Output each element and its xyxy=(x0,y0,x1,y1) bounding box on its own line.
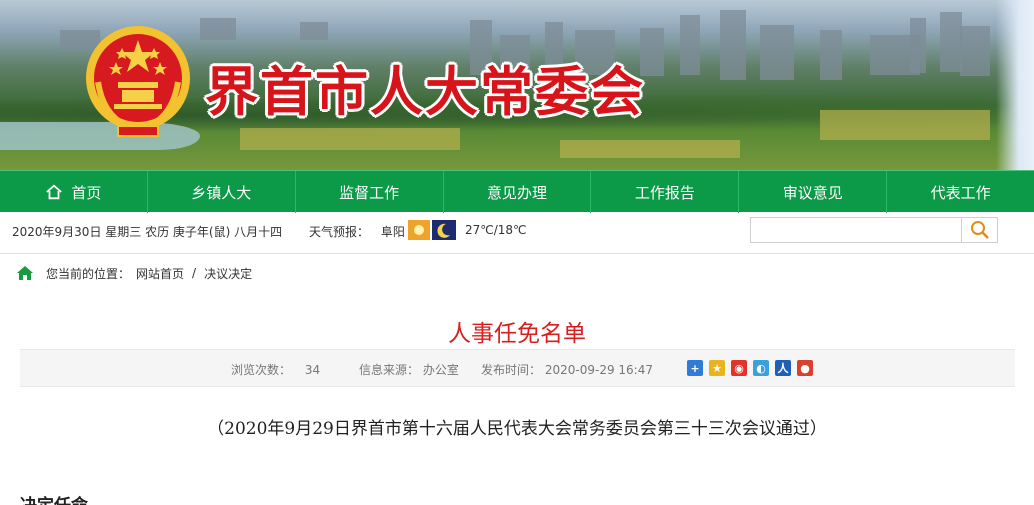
source-value: 办公室 xyxy=(422,363,459,377)
kaixin-icon[interactable]: ● xyxy=(797,360,813,376)
article-meta: 浏览次数： 34 信息来源： 办公室 发布时间： 2020-09-29 16:4… xyxy=(20,349,1015,387)
home-icon xyxy=(46,184,63,200)
nav-item-supervision[interactable]: 监督工作 xyxy=(296,171,444,213)
weather-label: 天气预报： xyxy=(309,225,370,239)
renren-icon[interactable]: 人 xyxy=(775,360,791,376)
current-date: 2020年9月30日 星期三 农历 庚子年(鼠) 八月十四 xyxy=(12,225,283,239)
breadcrumb-prefix: 您当前的位置： xyxy=(46,266,131,281)
breadcrumb-link-resolutions[interactable]: 决议决定 xyxy=(204,265,252,282)
moon-icon xyxy=(432,220,456,240)
breadcrumb: 您当前的位置： 网站首页 / 决议决定 xyxy=(16,264,252,282)
published-value: 2020-09-29 16:47 xyxy=(544,363,653,377)
share-plus-icon[interactable]: + xyxy=(687,360,703,376)
share-bar: + ★ ◉ ◐ 人 ● xyxy=(687,360,819,376)
publish-time: 发布时间： 2020-09-29 16:47 xyxy=(481,361,653,378)
home-icon xyxy=(17,266,33,280)
views-count: 浏览次数： 34 xyxy=(231,361,320,378)
article-subtitle: （2020年9月29日界首市第十六届人民代表大会常务委员会第三十三次会议通过） xyxy=(207,419,827,439)
weibo-icon[interactable]: ◉ xyxy=(731,360,747,376)
nav-item-deputies[interactable]: 代表工作 xyxy=(887,171,1034,213)
weather-icons xyxy=(408,220,456,240)
nav-item-township[interactable]: 乡镇人大 xyxy=(148,171,296,213)
site-title: 界首市人大常委会 xyxy=(205,61,645,123)
article-title: 人事任免名单 xyxy=(448,321,586,347)
section-heading: 决定任命 xyxy=(20,491,88,505)
weather-forecast: 天气预报： 阜阳 xyxy=(309,223,405,240)
breadcrumb-separator: / xyxy=(192,266,197,280)
info-source: 信息来源： 办公室 xyxy=(359,361,459,378)
temperature: 27℃/18℃ xyxy=(465,223,527,237)
source-label: 信息来源： xyxy=(359,363,420,377)
search-button[interactable] xyxy=(962,217,998,243)
main-nav: 首页 乡镇人大 监督工作 意见办理 工作报告 审议意见 代表工作 xyxy=(0,170,1034,213)
published-label: 发布时间： xyxy=(481,363,542,377)
views-label: 浏览次数： xyxy=(231,363,292,377)
breadcrumb-link-home[interactable]: 网站首页 xyxy=(136,265,184,282)
tencent-weibo-icon[interactable]: ◐ xyxy=(753,360,769,376)
nav-item-opinions[interactable]: 意见办理 xyxy=(444,171,592,213)
national-emblem-icon xyxy=(86,26,190,137)
nav-item-label: 首页 xyxy=(71,183,102,202)
qzone-icon[interactable]: ★ xyxy=(709,360,725,376)
nav-item-reports[interactable]: 工作报告 xyxy=(591,171,740,213)
views-value: 34 xyxy=(304,363,321,377)
search-input[interactable] xyxy=(750,217,962,243)
weather-city: 阜阳 xyxy=(380,225,405,239)
nav-item-home[interactable]: 首页 xyxy=(0,171,148,213)
sunny-icon xyxy=(408,220,430,240)
search-icon xyxy=(970,221,989,239)
nav-item-review[interactable]: 审议意见 xyxy=(739,171,888,213)
site-banner: 界首市人大常委会 xyxy=(0,0,1034,170)
